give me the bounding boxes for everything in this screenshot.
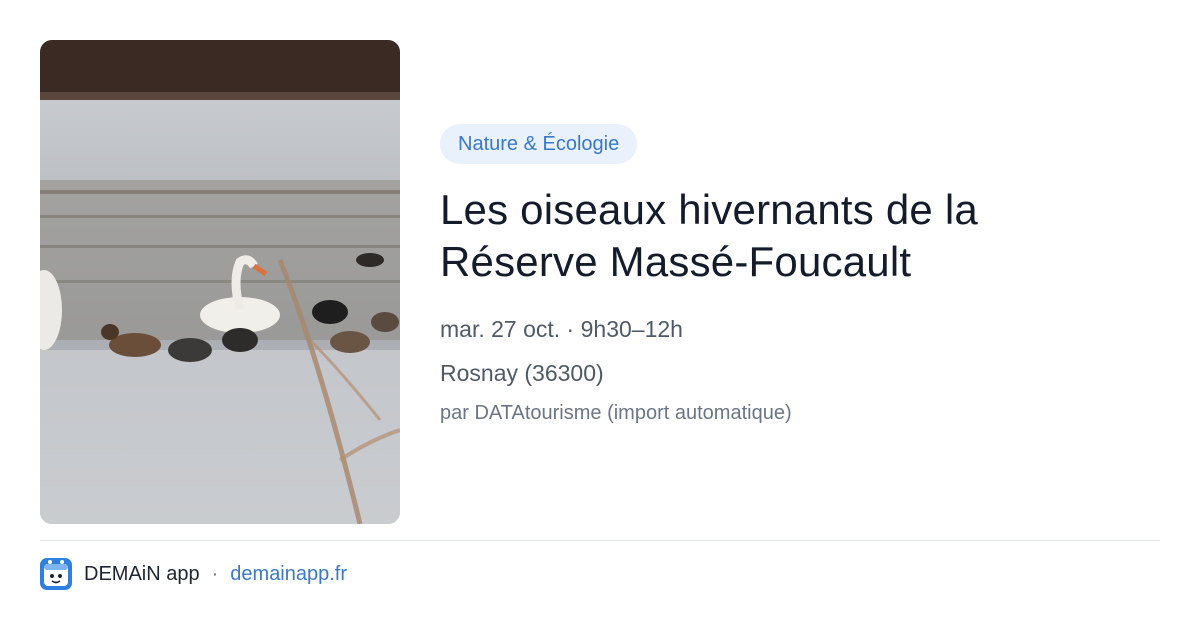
event-title-line-1: Les oiseaux hivernants de la (440, 186, 978, 233)
footer-divider (40, 540, 1160, 541)
event-title[interactable]: Les oiseaux hivernants de la Réserve Mas… (440, 184, 1160, 288)
footer-separator: · (211, 562, 219, 585)
event-photo-graphic (40, 40, 400, 524)
event-title-line-2: Réserve Massé-Foucault (440, 238, 912, 285)
app-logo-icon[interactable] (40, 558, 72, 590)
app-name: DEMAiN app (84, 562, 200, 585)
site-link[interactable]: demainapp.fr (230, 563, 347, 586)
event-details: Nature & Écologie Les oiseaux hivernants… (440, 124, 1160, 426)
event-location: Rosnay (36300) (440, 360, 604, 386)
event-datetime: mar. 27 oct. · 9h30–12h (440, 316, 683, 342)
event-photo (40, 40, 400, 524)
event-source: par DATAtourisme (import automatique) (440, 402, 792, 424)
footer: DEMAiN app · demainapp.fr (40, 558, 347, 590)
category-tag[interactable]: Nature & Écologie (440, 124, 638, 164)
